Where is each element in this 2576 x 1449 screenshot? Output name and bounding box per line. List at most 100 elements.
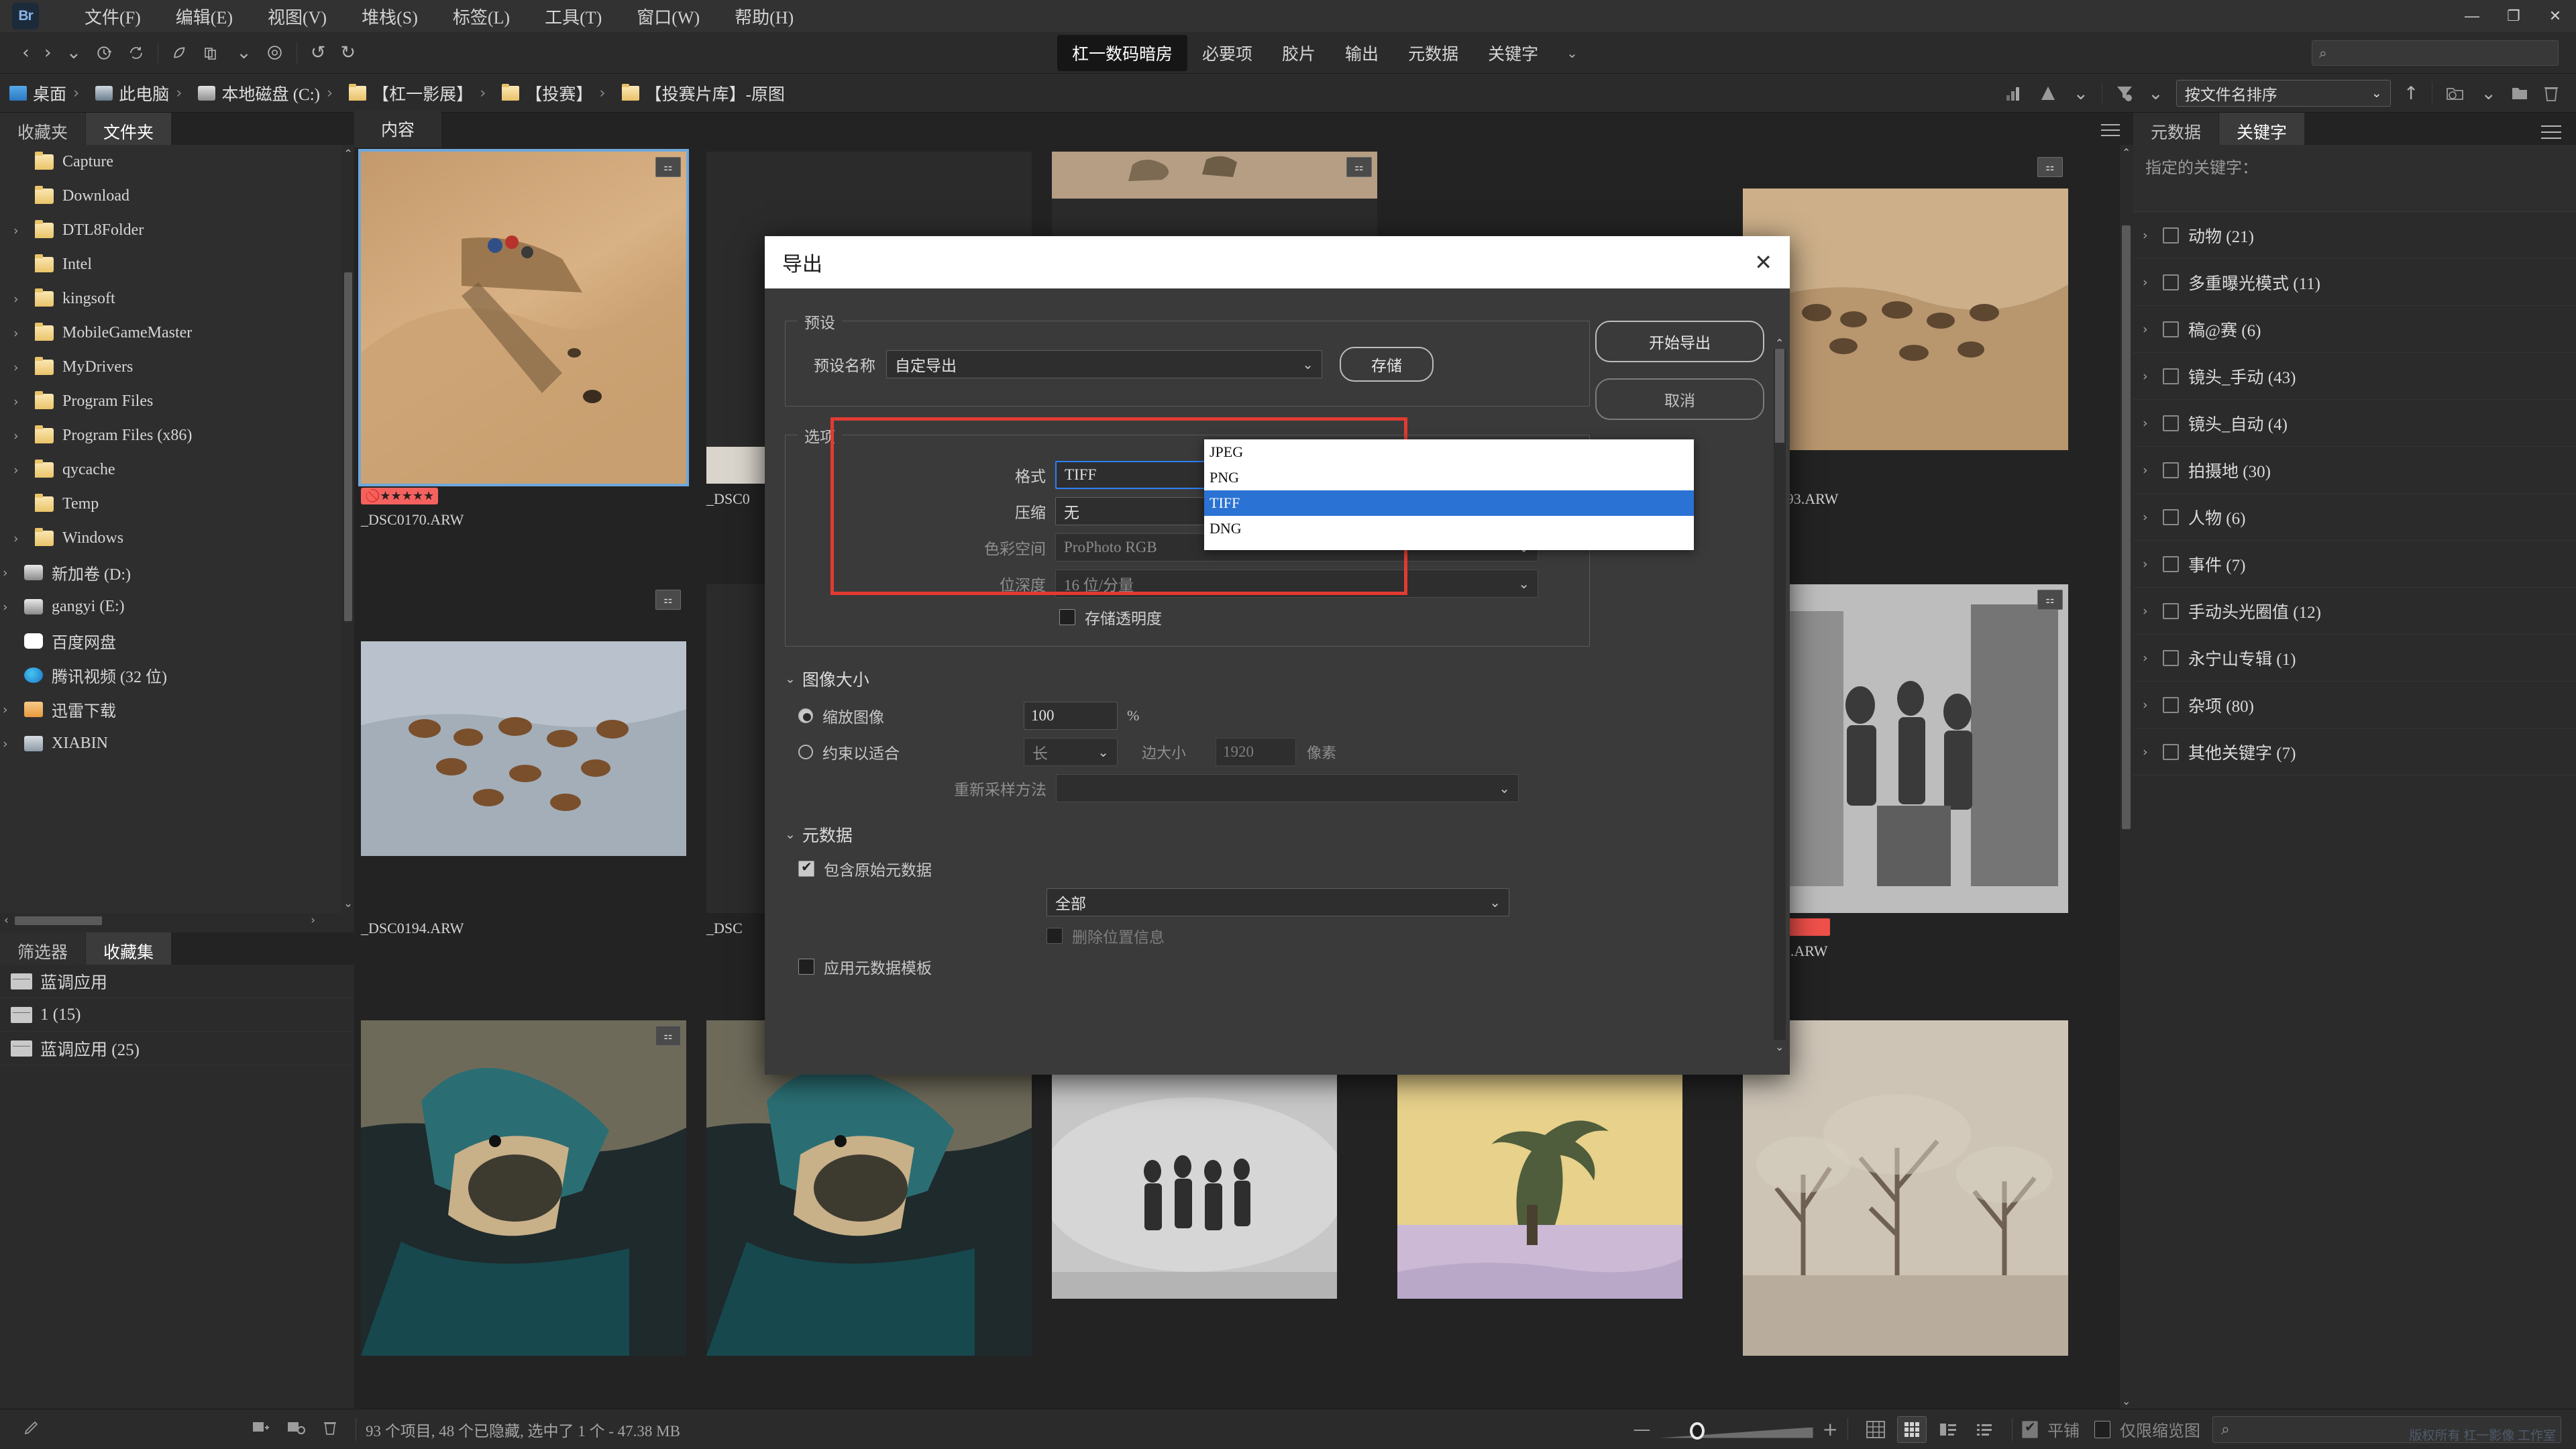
keyword-item[interactable]: ›镜头_自动 (4) xyxy=(2133,400,2576,447)
menu-help[interactable]: 帮助(H) xyxy=(717,1,811,32)
scale-value-input[interactable]: 100 xyxy=(1024,702,1118,730)
thumbnail-cell[interactable]: ⚏ _DSC0194.ARW xyxy=(361,584,686,937)
expand-arrow-icon[interactable]: › xyxy=(13,360,35,375)
scroll-left-icon[interactable]: ‹ xyxy=(4,914,9,927)
tree-item[interactable]: ›Program Files xyxy=(0,384,342,419)
remove-location-checkbox[interactable] xyxy=(1046,928,1063,944)
tile-checkbox[interactable] xyxy=(2022,1421,2038,1438)
keyword-item[interactable]: ›手动头光圈值 (12) xyxy=(2133,588,2576,635)
breadcrumb-item-0[interactable]: 桌面 xyxy=(0,81,66,105)
view-grid-locked-button[interactable] xyxy=(1861,1416,1890,1443)
tree-item[interactable]: ›Windows xyxy=(0,521,342,555)
metadata-header[interactable]: ⌄ 元数据 xyxy=(785,822,1770,847)
expand-arrow-icon[interactable]: › xyxy=(13,429,35,443)
scroll-up-icon[interactable]: ⌃ xyxy=(343,148,353,161)
thumbnail-cell[interactable]: ⚏ SC0398.ARW xyxy=(1743,584,2068,960)
filter-dropdown-chevron-icon[interactable]: ⌄ xyxy=(2066,78,2096,108)
filter-chevron-icon[interactable]: ⌄ xyxy=(2141,78,2171,108)
workspace-tab-3[interactable]: 输出 xyxy=(1330,35,1393,71)
expand-arrow-icon[interactable]: › xyxy=(3,702,24,717)
tree-item[interactable]: 腾讯视频 (32 位) xyxy=(0,658,342,692)
expand-arrow-icon[interactable]: › xyxy=(3,566,24,580)
expand-arrow-icon[interactable]: › xyxy=(3,737,24,751)
scroll-right-icon[interactable]: › xyxy=(311,914,315,927)
expand-arrow-icon[interactable]: › xyxy=(13,223,35,238)
thumbnail-cell[interactable]: ⚏ DSC0193.ARW xyxy=(1743,152,2068,508)
batch-rename-icon[interactable] xyxy=(197,38,229,68)
thumbnail-size-slider[interactable]: — + xyxy=(1633,1418,1838,1440)
keyword-item[interactable]: ›多重曝光模式 (11) xyxy=(2133,259,2576,306)
tree-item[interactable]: Temp xyxy=(0,487,342,521)
keyword-item[interactable]: ›动物 (21) xyxy=(2133,212,2576,259)
nav-dropdown-icon[interactable]: ⌄ xyxy=(59,38,89,68)
breadcrumb-item-2[interactable]: 本地磁盘 (C:) xyxy=(189,81,320,105)
constrain-radio[interactable] xyxy=(798,745,813,759)
scroll-up-icon[interactable]: ⌃ xyxy=(1775,337,1784,350)
expand-arrow-icon[interactable]: › xyxy=(2143,463,2163,478)
expand-arrow-icon[interactable]: › xyxy=(2143,651,2163,665)
hscroll-thumb[interactable] xyxy=(15,916,102,925)
thumbnail-cell[interactable]: ⚏ xyxy=(361,1020,686,1356)
recent-folder-icon[interactable] xyxy=(2438,78,2473,108)
keyword-checkbox[interactable] xyxy=(2163,321,2179,337)
thumbnail-image[interactable]: ⚏ xyxy=(361,584,686,913)
tree-item[interactable]: ›qycache xyxy=(0,453,342,487)
keywords-menu-icon[interactable] xyxy=(2541,121,2561,144)
tree-item[interactable]: Download xyxy=(0,179,342,213)
tab-keywords[interactable]: 关键字 xyxy=(2219,113,2305,145)
expand-arrow-icon[interactable]: › xyxy=(2143,604,2163,619)
keyword-checkbox[interactable] xyxy=(2163,462,2179,478)
thumbnail-cell[interactable] xyxy=(1397,1071,1682,1299)
format-option-jpeg[interactable]: JPEG xyxy=(1204,439,1694,465)
rotate-ccw-icon[interactable]: ↺ xyxy=(303,38,333,68)
filter-funnel-icon[interactable] xyxy=(2108,78,2141,108)
menu-stack[interactable]: 堆栈(S) xyxy=(344,1,435,32)
tree-item[interactable]: Capture xyxy=(0,145,342,179)
tab-favorites[interactable]: 收藏夹 xyxy=(0,113,86,145)
workspace-tab-2[interactable]: 胶片 xyxy=(1267,35,1330,71)
expand-arrow-icon[interactable]: › xyxy=(13,292,35,307)
thumbnail-image[interactable]: ⚏ xyxy=(361,152,686,484)
view-details-button[interactable] xyxy=(1933,1416,1963,1443)
keyword-checkbox[interactable] xyxy=(2163,509,2179,525)
keyword-checkbox[interactable] xyxy=(2163,556,2179,572)
workspace-tab-1[interactable]: 必要项 xyxy=(1187,35,1267,71)
include-metadata-checkbox[interactable] xyxy=(798,861,814,877)
workspace-tab-4[interactable]: 元数据 xyxy=(1393,35,1473,71)
collection-item[interactable]: 蓝调应用 (25) xyxy=(0,1032,354,1065)
format-option-png[interactable]: PNG xyxy=(1204,465,1694,490)
scroll-up-icon[interactable]: ⌃ xyxy=(2122,146,2131,159)
keyword-checkbox[interactable] xyxy=(2163,744,2179,760)
menu-window[interactable]: 窗口(W) xyxy=(619,1,717,32)
dialog-scrollbar[interactable]: ⌃ ⌄ xyxy=(1774,349,1786,1040)
keyword-item[interactable]: ›拍摄地 (30) xyxy=(2133,447,2576,494)
thumbnail-image[interactable] xyxy=(1397,1071,1682,1299)
keyword-item[interactable]: ›永宁山专辑 (1) xyxy=(2133,635,2576,682)
keyword-checkbox[interactable] xyxy=(2163,274,2179,290)
tree-item[interactable]: ›XIABIN xyxy=(0,727,342,761)
boomerang-icon[interactable] xyxy=(164,38,197,68)
restore-button[interactable]: ❐ xyxy=(2493,0,2534,32)
minimize-button[interactable]: — xyxy=(2451,0,2493,32)
thumbnail-only-toggle[interactable]: 仅限缩览图 xyxy=(2094,1417,2200,1441)
tree-item[interactable]: 百度网盘 xyxy=(0,624,342,658)
format-option-tiff[interactable]: TIFF xyxy=(1204,490,1694,516)
content-menu-icon[interactable] xyxy=(2101,120,2120,140)
tree-item[interactable]: ›新加卷 (D:) xyxy=(0,555,342,590)
tree-item[interactable]: ›gangyi (E:) xyxy=(0,590,342,624)
tab-folders[interactable]: 文件夹 xyxy=(86,113,172,145)
scroll-down-icon[interactable]: ⌄ xyxy=(2122,1395,2131,1407)
keyword-item[interactable]: ›人物 (6) xyxy=(2133,494,2576,541)
cancel-button[interactable]: 取消 xyxy=(1595,378,1764,420)
expand-arrow-icon[interactable]: › xyxy=(2143,698,2163,712)
expand-arrow-icon[interactable]: › xyxy=(2143,369,2163,384)
keyword-item[interactable]: ›镜头_手动 (43) xyxy=(2133,353,2576,400)
view-list-button[interactable] xyxy=(1970,1416,1999,1443)
new-smart-collection-icon[interactable] xyxy=(278,1419,314,1440)
breadcrumb-item-1[interactable]: 此电脑 xyxy=(86,81,169,105)
zoom-out-icon[interactable]: — xyxy=(1633,1419,1651,1440)
menu-label[interactable]: 标签(L) xyxy=(435,1,527,32)
expand-arrow-icon[interactable]: › xyxy=(13,463,35,478)
tree-horizontal-scrollbar[interactable]: ‹ › xyxy=(0,913,342,928)
format-options-menu[interactable]: JPEG PNG TIFF DNG xyxy=(1204,439,1694,550)
